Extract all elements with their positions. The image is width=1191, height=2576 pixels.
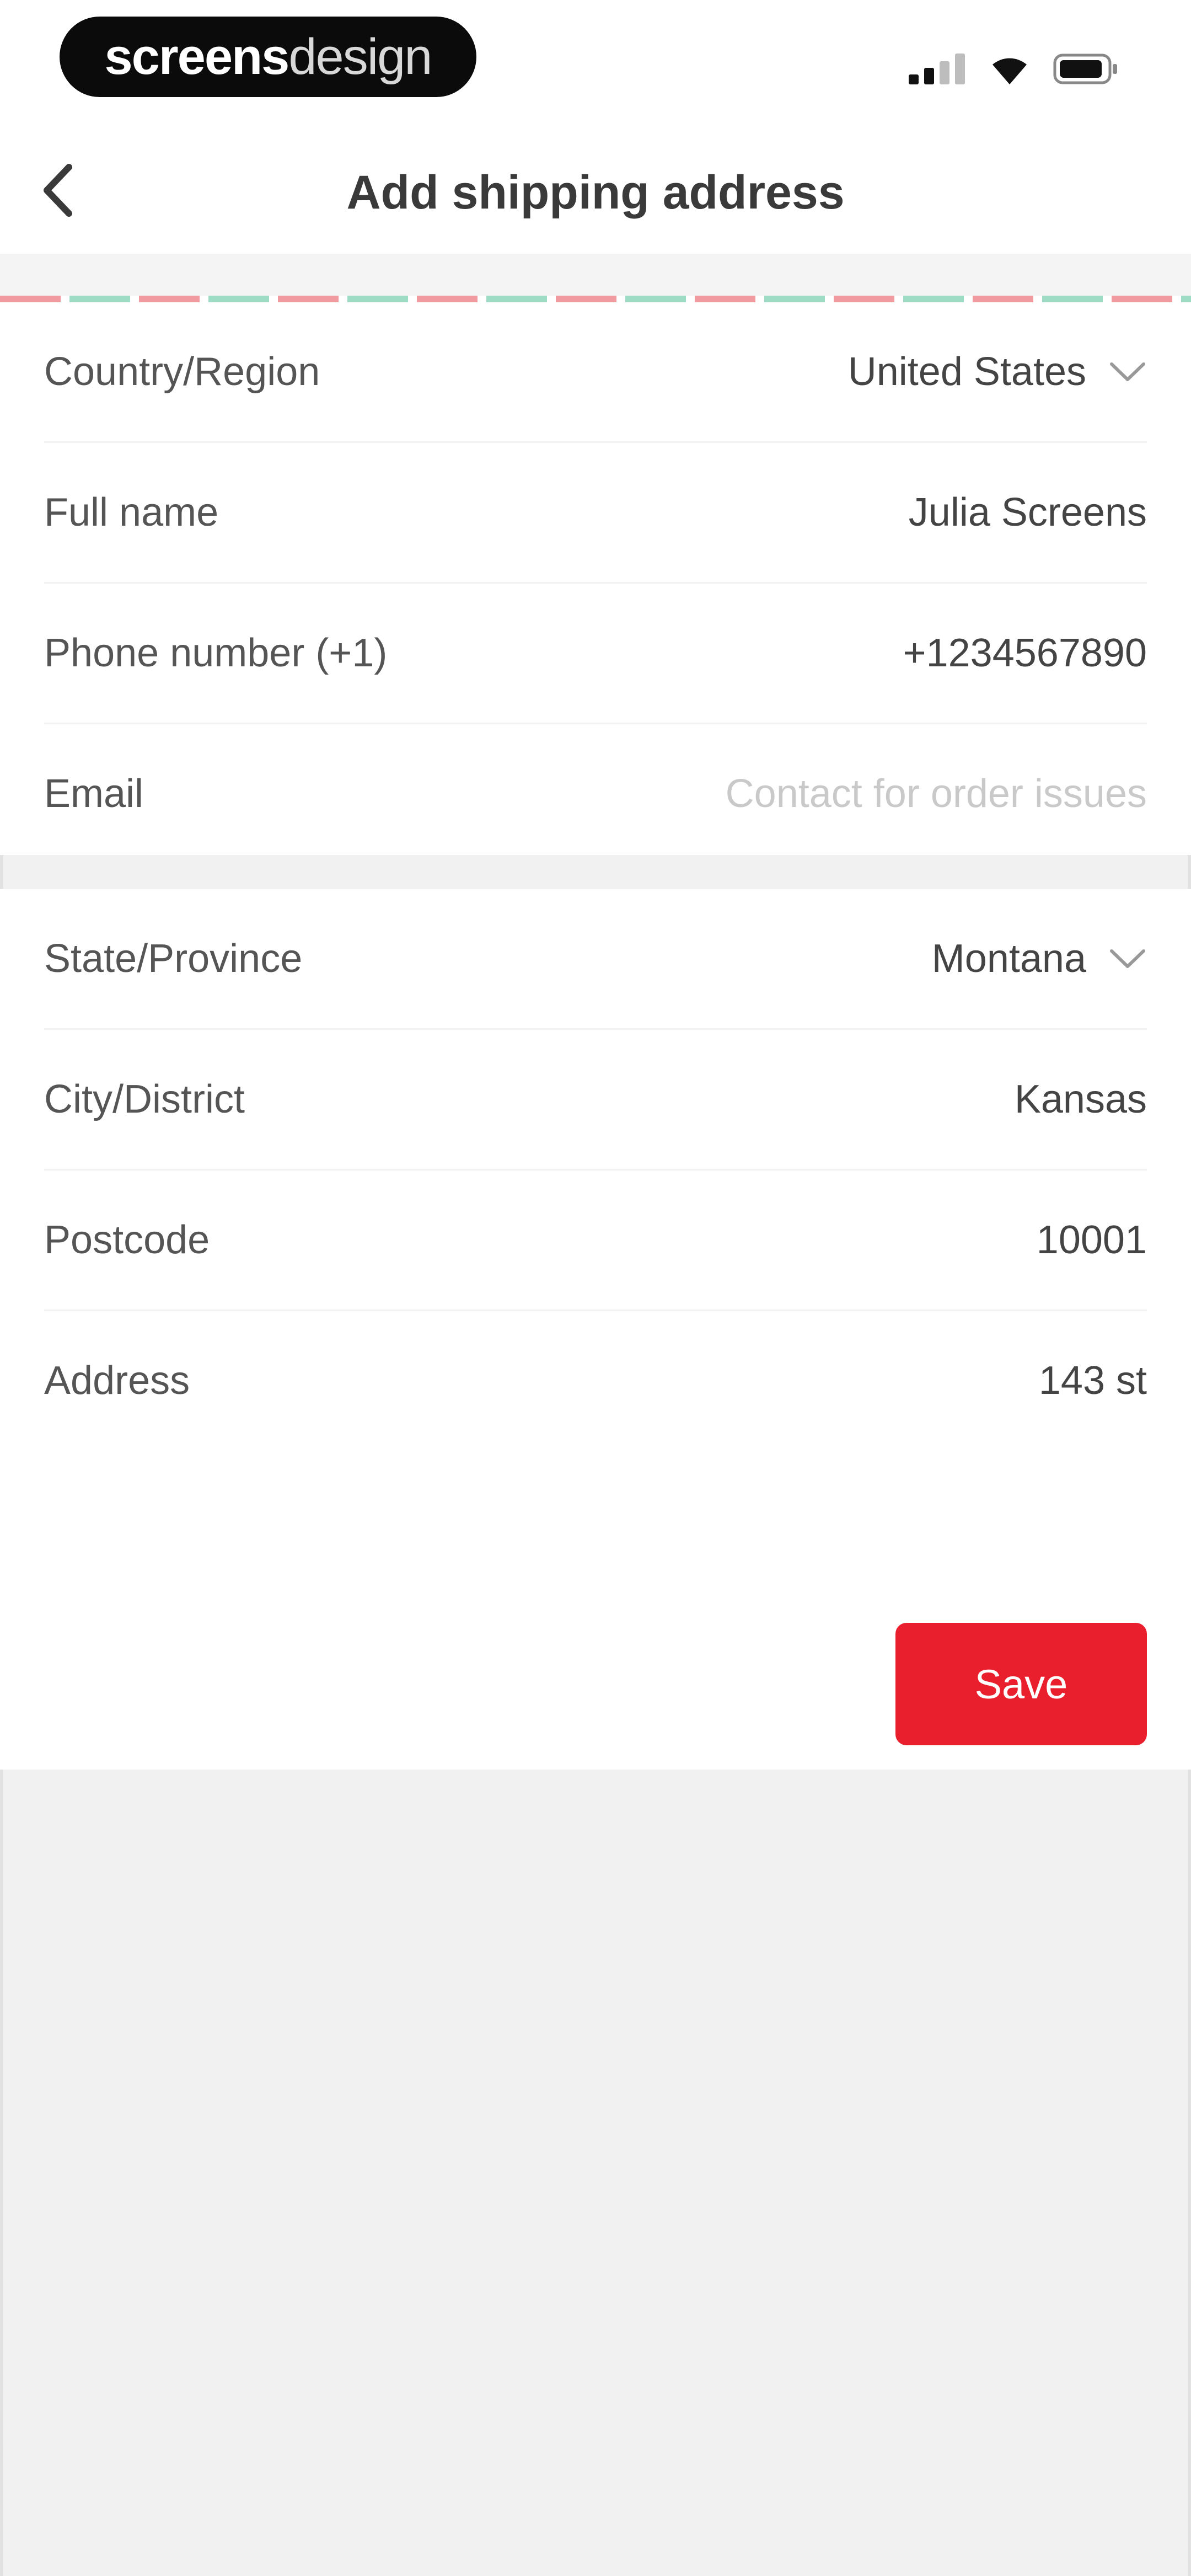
save-button[interactable]: Save [895,1623,1147,1745]
state-province-field[interactable]: State/Province Montana [44,889,1147,1030]
field-label: Address [44,1359,190,1403]
field-label: Postcode [44,1218,210,1262]
nav-header: Add shipping address [0,127,1191,254]
field-label: City/District [44,1077,245,1121]
chevron-down-icon [1110,362,1145,381]
status-icons [909,50,1119,88]
address-field[interactable]: Address 143 st [44,1311,1147,1450]
field-label: State/Province [44,937,303,981]
battery-icon [1053,54,1119,84]
chevron-down-icon [1110,949,1145,968]
full-name-input[interactable]: Julia Screens [909,490,1147,535]
city-district-field[interactable]: City/District Kansas [44,1030,1147,1171]
field-label: Phone number (+1) [44,631,388,675]
field-label: Full name [44,490,219,535]
country-region-field[interactable]: Country/Region United States [44,302,1147,443]
address-section: State/Province Montana City/District Kan… [0,889,1191,1770]
brand-logo: screens design [60,17,476,97]
header-divider [0,254,1191,296]
email-field[interactable]: Email Contact for order issues [44,724,1147,863]
field-label: Email [44,772,144,816]
field-label: Country/Region [44,350,320,394]
address-input[interactable]: 143 st [1039,1358,1147,1403]
state-province-select[interactable]: Montana [932,936,1147,981]
signal-icon [909,54,966,84]
wifi-icon [990,54,1029,84]
postcode-input[interactable]: 10001 [1037,1217,1147,1263]
country-region-select[interactable]: United States [848,349,1147,394]
brand-logo-light: design [288,28,432,85]
airmail-stripe [0,296,1191,302]
city-district-input[interactable]: Kansas [1015,1077,1147,1122]
phone-number-field[interactable]: Phone number (+1) +1234567890 [44,584,1147,724]
status-bar: screens design [0,0,1191,127]
brand-logo-bold: screens [104,28,290,85]
contact-section: Country/Region United States Full name J… [0,302,1191,855]
full-name-field[interactable]: Full name Julia Screens [44,443,1147,584]
postcode-field[interactable]: Postcode 10001 [44,1171,1147,1311]
page-title: Add shipping address [346,166,845,219]
phone-number-input[interactable]: +1234567890 [903,630,1147,676]
field-value: Montana [931,937,1086,981]
field-value: United States [847,350,1086,394]
email-input[interactable]: Contact for order issues [726,771,1147,816]
